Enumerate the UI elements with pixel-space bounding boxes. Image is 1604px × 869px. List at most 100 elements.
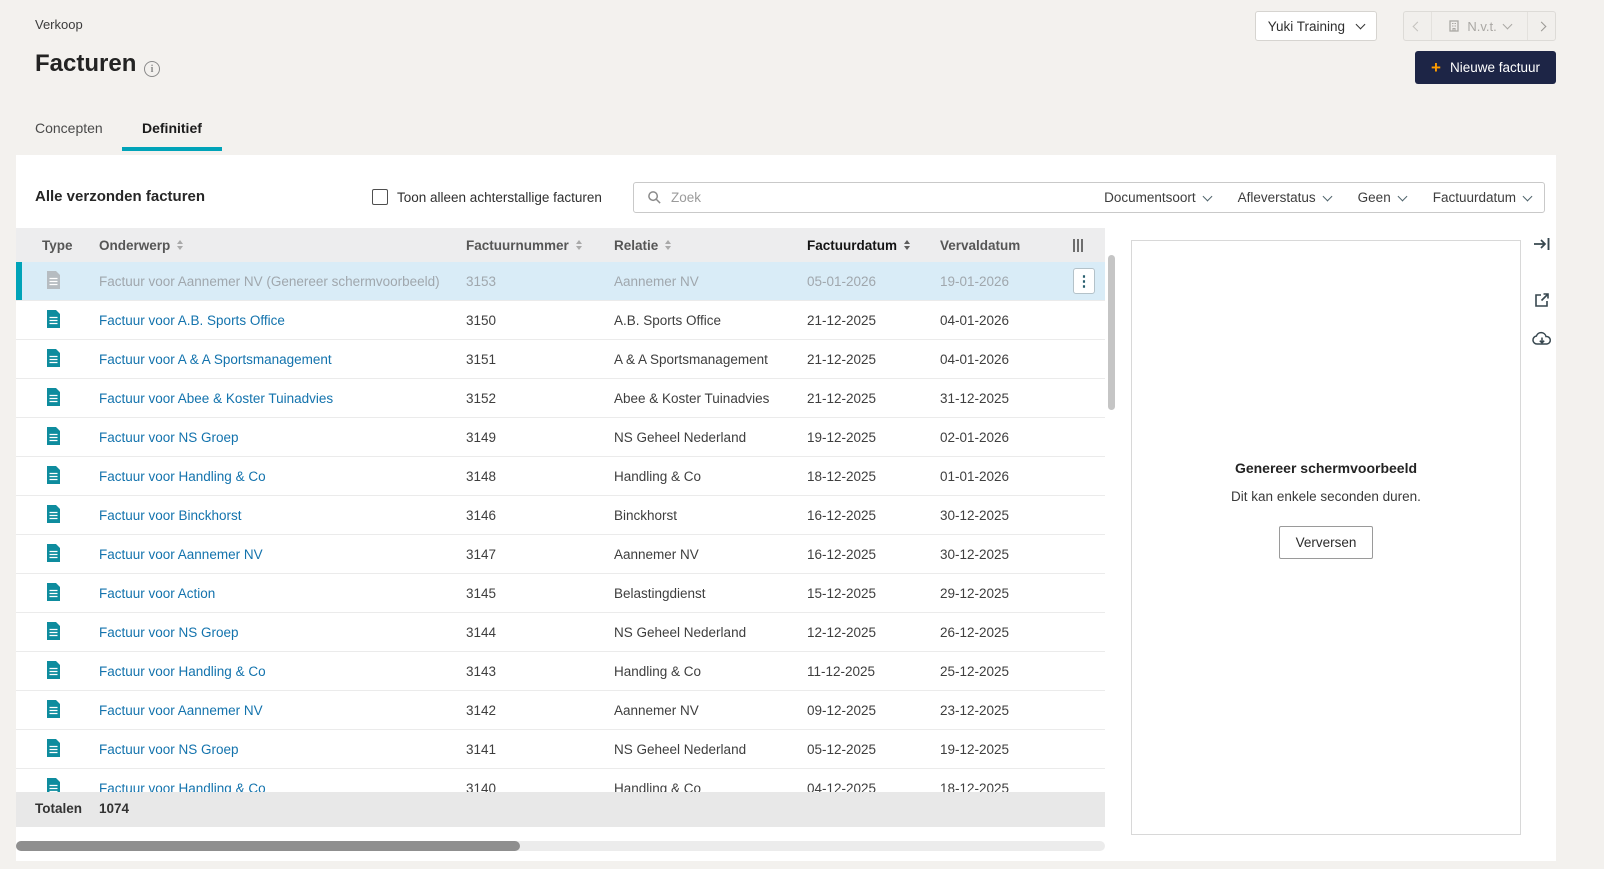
filter-documentsoort[interactable]: Documentsoort — [1104, 190, 1213, 205]
invoice-subject-link[interactable]: Factuur voor Binckhorst — [99, 508, 242, 523]
administration-dropdown[interactable]: Yuki Training — [1254, 11, 1377, 41]
filter-afleverstatus[interactable]: Afleverstatus — [1238, 190, 1333, 205]
invoice-type-cell — [16, 543, 99, 565]
invoice-table-body: Factuur voor Aannemer NV (Genereer scher… — [16, 262, 1105, 792]
download-preview-icon[interactable] — [1532, 329, 1552, 349]
invoice-row[interactable]: Factuur voor A.B. Sports Office 3150 A.B… — [16, 301, 1105, 340]
invoice-row[interactable]: Factuur voor Aannemer NV (Genereer scher… — [16, 262, 1105, 301]
invoice-subject-link[interactable]: Factuur voor Aannemer NV — [99, 703, 263, 718]
invoice-row[interactable]: Factuur voor Aannemer NV 3147 Aannemer N… — [16, 535, 1105, 574]
column-header-factuurnummer[interactable]: Factuurnummer — [466, 238, 614, 253]
next-entity-button[interactable] — [1528, 12, 1555, 40]
invoice-due-date-cell: 19-12-2025 — [940, 741, 1010, 757]
invoice-subject-link[interactable]: Factuur voor Aannemer NV — [99, 547, 263, 562]
invoice-row[interactable]: Factuur voor NS Groep 3144 NS Geheel Ned… — [16, 613, 1105, 652]
new-invoice-button-label: Nieuwe factuur — [1449, 60, 1540, 75]
refresh-preview-button[interactable]: Verversen — [1278, 526, 1374, 559]
invoice-relation-cell: Aannemer NV — [614, 273, 699, 289]
filter-geen[interactable]: Geen — [1358, 190, 1408, 205]
column-header-vervaldatum[interactable]: Vervaldatum — [940, 238, 1073, 253]
column-header-relatie[interactable]: Relatie — [614, 238, 807, 253]
tab-definitief[interactable]: Definitief — [142, 120, 202, 136]
invoice-document-icon — [46, 348, 61, 367]
invoice-row[interactable]: Factuur voor A & A Sportsmanagement 3151… — [16, 340, 1105, 379]
invoice-subject-link[interactable]: Factuur voor A.B. Sports Office — [99, 313, 285, 328]
invoice-subject-link[interactable]: Factuur voor Handling & Co — [99, 781, 266, 793]
invoice-document-icon — [46, 309, 61, 328]
invoice-relation-cell: Binckhorst — [614, 507, 678, 523]
invoice-subject-cell: Factuur voor NS Groep — [99, 625, 466, 640]
invoice-relation-cell: Aannemer NV — [614, 702, 699, 718]
invoice-subject-cell: Factuur voor Action — [99, 586, 466, 601]
invoice-subject-cell: Factuur voor Aannemer NV (Genereer scher… — [99, 274, 466, 289]
column-header-factuurdatum[interactable]: Factuurdatum — [807, 238, 940, 253]
collapse-panel-icon[interactable] — [1533, 235, 1551, 253]
search-icon — [648, 191, 661, 204]
horizontal-scrollbar[interactable] — [16, 841, 520, 851]
sort-icon — [904, 240, 911, 250]
invoice-subject-link[interactable]: Factuur voor NS Groep — [99, 625, 239, 640]
invoice-row[interactable]: Factuur voor Handling & Co 3140 Handling… — [16, 769, 1105, 792]
invoice-due-date-cell: 18-12-2025 — [940, 780, 1010, 793]
invoice-subject-link[interactable]: Factuur voor NS Groep — [99, 742, 239, 757]
active-tab-indicator — [122, 147, 222, 151]
invoice-date-cell: 12-12-2025 — [807, 624, 877, 640]
invoice-subject-cell: Factuur voor NS Groep — [99, 430, 466, 445]
open-in-new-icon[interactable] — [1533, 291, 1551, 309]
chevron-down-icon — [1202, 191, 1213, 201]
preview-subtitle: Dit kan enkele seconden duren. — [1231, 489, 1421, 504]
invoice-row[interactable]: Factuur voor NS Groep 3141 NS Geheel Ned… — [16, 730, 1105, 769]
invoice-document-icon — [46, 777, 61, 792]
invoice-due-date-cell: 30-12-2025 — [940, 546, 1010, 562]
invoice-row[interactable]: Factuur voor Aannemer NV 3142 Aannemer N… — [16, 691, 1105, 730]
new-invoice-button[interactable]: + Nieuwe factuur — [1415, 51, 1556, 84]
invoice-subject-link[interactable]: Factuur voor A & A Sportsmanagement — [99, 352, 332, 367]
totals-count: 1074 — [99, 801, 130, 816]
previous-entity-button[interactable] — [1404, 12, 1431, 40]
invoice-row[interactable]: Factuur voor Binckhorst 3146 Binckhorst … — [16, 496, 1105, 535]
column-settings[interactable] — [1073, 238, 1105, 252]
invoice-relation-cell: A.B. Sports Office — [614, 312, 722, 328]
invoice-document-icon — [46, 738, 61, 757]
invoice-subject-cell: Factuur voor NS Groep — [99, 742, 466, 757]
search-input[interactable] — [671, 190, 1078, 205]
invoice-row[interactable]: Factuur voor NS Groep 3149 NS Geheel Ned… — [16, 418, 1105, 457]
chevron-right-icon — [1536, 21, 1547, 31]
invoice-subject-link[interactable]: Factuur voor Action — [99, 586, 215, 601]
row-actions-menu-button[interactable]: ⋮ — [1073, 268, 1095, 294]
entity-dropdown[interactable]: N.v.t. — [1431, 12, 1528, 40]
table-vertical-scrollbar[interactable] — [1108, 255, 1115, 410]
sort-icon — [575, 240, 582, 250]
invoice-number-cell: 3145 — [466, 585, 497, 601]
invoice-row[interactable]: Factuur voor Abee & Koster Tuinadvies 31… — [16, 379, 1105, 418]
column-settings-icon — [1073, 238, 1083, 252]
invoice-due-date-cell: 19-01-2026 — [940, 273, 1010, 289]
invoice-row[interactable]: Factuur voor Action 3145 Belastingdienst… — [16, 574, 1105, 613]
invoice-number-cell: 3149 — [466, 429, 497, 445]
invoice-subject-link[interactable]: Factuur voor Aannemer NV (Genereer scher… — [99, 274, 440, 289]
invoice-date-cell: 21-12-2025 — [807, 312, 877, 328]
breadcrumb[interactable]: Verkoop — [35, 17, 83, 32]
overdue-only-checkbox[interactable] — [372, 189, 388, 205]
invoice-number-cell: 3153 — [466, 273, 497, 289]
invoice-subject-cell: Factuur voor A.B. Sports Office — [99, 313, 466, 328]
filter-factuurdatum[interactable]: Factuurdatum — [1433, 190, 1533, 205]
tab-concepten[interactable]: Concepten — [35, 120, 103, 136]
invoice-row[interactable]: Factuur voor Handling & Co 3143 Handling… — [16, 652, 1105, 691]
invoice-row[interactable]: Factuur voor Handling & Co 3148 Handling… — [16, 457, 1105, 496]
invoice-due-date-cell: 29-12-2025 — [940, 585, 1010, 601]
invoice-relation-cell: NS Geheel Nederland — [614, 741, 747, 757]
invoice-subject-link[interactable]: Factuur voor Handling & Co — [99, 469, 266, 484]
invoice-subject-link[interactable]: Factuur voor NS Groep — [99, 430, 239, 445]
column-header-onderwerp[interactable]: Onderwerp — [99, 238, 466, 253]
invoice-date-cell: 04-12-2025 — [807, 780, 877, 793]
invoice-date-cell: 05-01-2026 — [807, 273, 877, 289]
invoice-type-cell — [16, 699, 99, 721]
preview-panel: Genereer schermvoorbeeld Dit kan enkele … — [1131, 240, 1521, 835]
invoice-due-date-cell: 30-12-2025 — [940, 507, 1010, 523]
totals-row: Totalen 1074 — [16, 792, 1105, 827]
invoice-due-date-cell: 25-12-2025 — [940, 663, 1010, 679]
invoice-subject-link[interactable]: Factuur voor Handling & Co — [99, 664, 266, 679]
info-icon[interactable]: i — [144, 61, 160, 77]
invoice-subject-link[interactable]: Factuur voor Abee & Koster Tuinadvies — [99, 391, 333, 406]
